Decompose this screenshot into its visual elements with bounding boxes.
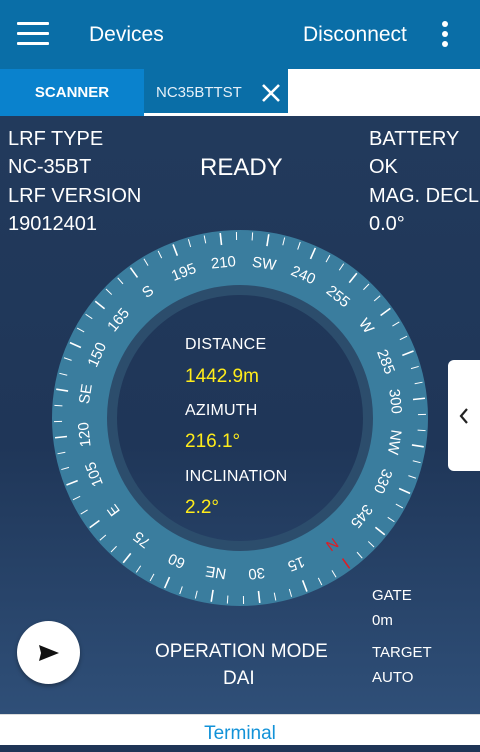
close-icon[interactable]	[260, 82, 282, 104]
send-button[interactable]	[17, 621, 80, 684]
gate-label: GATE	[372, 587, 412, 604]
main-panel: LRF TYPE NC-35BT LRF VERSION 19012401 RE…	[0, 116, 480, 714]
app-bar: Devices Disconnect	[0, 0, 480, 69]
tab-device-label: NC35BTTST	[156, 84, 242, 101]
operation-mode-label: OPERATION MODE	[155, 641, 328, 663]
distance-value: 1442.9m	[185, 366, 259, 388]
tab-device[interactable]: NC35BTTST	[144, 69, 288, 116]
compass-label: 210	[210, 253, 237, 273]
menu-icon[interactable]	[17, 22, 51, 46]
terminal-tab[interactable]: Terminal	[0, 715, 480, 746]
compass-label: 300	[385, 388, 405, 415]
inclination-label: INCLINATION	[185, 468, 287, 486]
azimuth-label: AZIMUTH	[185, 402, 258, 420]
tab-scanner[interactable]: SCANNER	[0, 69, 144, 116]
compass-tick	[252, 232, 253, 240]
disconnect-button[interactable]: Disconnect	[303, 23, 407, 47]
side-drawer-handle[interactable]	[448, 360, 480, 471]
target-value: AUTO	[372, 669, 413, 686]
compass-tick	[54, 405, 62, 406]
compass-label: 30	[247, 564, 265, 583]
compass-label: NE	[204, 562, 227, 582]
compass-label: 120	[75, 421, 95, 448]
app-title: Devices	[89, 23, 164, 47]
bottom-bar: Terminal	[0, 714, 480, 745]
compass-label: SE	[76, 383, 96, 405]
compass-tick	[418, 430, 426, 431]
azimuth-value: 216.1°	[185, 431, 240, 453]
more-options-icon[interactable]	[436, 19, 456, 49]
send-icon	[17, 621, 80, 684]
inclination-value: 2.2°	[185, 497, 219, 519]
distance-label: DISTANCE	[185, 336, 266, 354]
tab-bar: SCANNER NC35BTTST	[0, 69, 480, 116]
chevron-left-icon	[448, 360, 480, 471]
operation-mode-value: DAI	[223, 668, 255, 690]
compass-tick	[227, 596, 228, 604]
gate-value: 0m	[372, 612, 393, 629]
target-label: TARGET	[372, 644, 432, 661]
